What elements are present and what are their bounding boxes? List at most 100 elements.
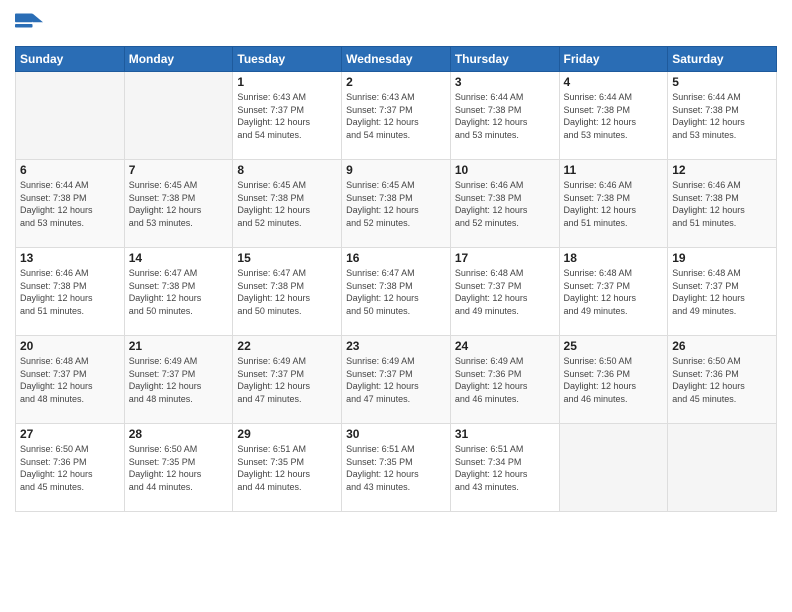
- day-info: Sunrise: 6:47 AM Sunset: 7:38 PM Dayligh…: [237, 267, 337, 317]
- calendar-cell: 19 Sunrise: 6:48 AM Sunset: 7:37 PM Dayli…: [668, 248, 777, 336]
- day-number: 14: [129, 251, 229, 265]
- day-number: 10: [455, 163, 555, 177]
- calendar-cell: 24 Sunrise: 6:49 AM Sunset: 7:36 PM Dayli…: [450, 336, 559, 424]
- calendar-cell: 23Sunrise: 6:49 AM Sunset: 7:37 PM Dayli…: [342, 336, 451, 424]
- calendar-cell: 22 Sunrise: 6:49 AM Sunset: 7:37 PM Dayli…: [233, 336, 342, 424]
- day-info: Sunrise: 6:44 AM Sunset: 7:38 PM Dayligh…: [564, 91, 664, 141]
- calendar-cell: [668, 424, 777, 512]
- day-info: Sunrise: 6:46 AM Sunset: 7:38 PM Dayligh…: [455, 179, 555, 229]
- calendar-week-row: 20Sunrise: 6:48 AM Sunset: 7:37 PM Dayli…: [16, 336, 777, 424]
- day-number: 31: [455, 427, 555, 441]
- day-info: Sunrise: 6:49 AM Sunset: 7:37 PM Dayligh…: [237, 355, 337, 405]
- logo-icon: [15, 10, 43, 38]
- calendar-cell: 11 Sunrise: 6:46 AM Sunset: 7:38 PM Dayli…: [559, 160, 668, 248]
- calendar-header-wednesday: Wednesday: [342, 47, 451, 72]
- day-info: Sunrise: 6:50 AM Sunset: 7:36 PM Dayligh…: [672, 355, 772, 405]
- day-info: Sunrise: 6:43 AM Sunset: 7:37 PM Dayligh…: [237, 91, 337, 141]
- day-number: 7: [129, 163, 229, 177]
- calendar-cell: 9 Sunrise: 6:45 AM Sunset: 7:38 PM Daylig…: [342, 160, 451, 248]
- day-number: 16: [346, 251, 446, 265]
- calendar-cell: 4 Sunrise: 6:44 AM Sunset: 7:38 PM Daylig…: [559, 72, 668, 160]
- calendar-cell: 3Sunrise: 6:44 AM Sunset: 7:38 PM Daylig…: [450, 72, 559, 160]
- day-info: Sunrise: 6:44 AM Sunset: 7:38 PM Dayligh…: [455, 91, 555, 141]
- day-info: Sunrise: 6:50 AM Sunset: 7:36 PM Dayligh…: [564, 355, 664, 405]
- day-number: 30: [346, 427, 446, 441]
- day-info: Sunrise: 6:48 AM Sunset: 7:37 PM Dayligh…: [455, 267, 555, 317]
- calendar-cell: 13Sunrise: 6:46 AM Sunset: 7:38 PM Dayli…: [16, 248, 125, 336]
- day-number: 9: [346, 163, 446, 177]
- day-number: 29: [237, 427, 337, 441]
- calendar-header-sunday: Sunday: [16, 47, 125, 72]
- day-info: Sunrise: 6:44 AM Sunset: 7:38 PM Dayligh…: [20, 179, 120, 229]
- day-info: Sunrise: 6:45 AM Sunset: 7:38 PM Dayligh…: [237, 179, 337, 229]
- day-number: 4: [564, 75, 664, 89]
- calendar-week-row: 13Sunrise: 6:46 AM Sunset: 7:38 PM Dayli…: [16, 248, 777, 336]
- day-number: 21: [129, 339, 229, 353]
- day-info: Sunrise: 6:45 AM Sunset: 7:38 PM Dayligh…: [346, 179, 446, 229]
- calendar-cell: [559, 424, 668, 512]
- calendar-header-tuesday: Tuesday: [233, 47, 342, 72]
- calendar-cell: 1 Sunrise: 6:43 AM Sunset: 7:37 PM Daylig…: [233, 72, 342, 160]
- calendar-cell: 28Sunrise: 6:50 AM Sunset: 7:35 PM Dayli…: [124, 424, 233, 512]
- calendar-cell: 29 Sunrise: 6:51 AM Sunset: 7:35 PM Dayli…: [233, 424, 342, 512]
- calendar-cell: 17 Sunrise: 6:48 AM Sunset: 7:37 PM Dayli…: [450, 248, 559, 336]
- calendar-cell: 26 Sunrise: 6:50 AM Sunset: 7:36 PM Dayli…: [668, 336, 777, 424]
- day-number: 6: [20, 163, 120, 177]
- logo: [15, 10, 47, 38]
- day-info: Sunrise: 6:45 AM Sunset: 7:38 PM Dayligh…: [129, 179, 229, 229]
- calendar-week-row: 27Sunrise: 6:50 AM Sunset: 7:36 PM Dayli…: [16, 424, 777, 512]
- calendar-cell: 14Sunrise: 6:47 AM Sunset: 7:38 PM Dayli…: [124, 248, 233, 336]
- calendar-cell: 7 Sunrise: 6:45 AM Sunset: 7:38 PM Daylig…: [124, 160, 233, 248]
- day-number: 22: [237, 339, 337, 353]
- calendar-header-saturday: Saturday: [668, 47, 777, 72]
- day-info: Sunrise: 6:48 AM Sunset: 7:37 PM Dayligh…: [672, 267, 772, 317]
- calendar-cell: [16, 72, 125, 160]
- calendar: SundayMondayTuesdayWednesdayThursdayFrid…: [15, 46, 777, 512]
- day-info: Sunrise: 6:48 AM Sunset: 7:37 PM Dayligh…: [20, 355, 120, 405]
- day-info: Sunrise: 6:51 AM Sunset: 7:35 PM Dayligh…: [346, 443, 446, 493]
- day-number: 15: [237, 251, 337, 265]
- day-info: Sunrise: 6:49 AM Sunset: 7:37 PM Dayligh…: [129, 355, 229, 405]
- calendar-cell: 27Sunrise: 6:50 AM Sunset: 7:36 PM Dayli…: [16, 424, 125, 512]
- calendar-week-row: 1 Sunrise: 6:43 AM Sunset: 7:37 PM Daylig…: [16, 72, 777, 160]
- calendar-cell: 16Sunrise: 6:47 AM Sunset: 7:38 PM Dayli…: [342, 248, 451, 336]
- calendar-cell: 18 Sunrise: 6:48 AM Sunset: 7:37 PM Dayli…: [559, 248, 668, 336]
- day-info: Sunrise: 6:48 AM Sunset: 7:37 PM Dayligh…: [564, 267, 664, 317]
- calendar-header-monday: Monday: [124, 47, 233, 72]
- calendar-header-friday: Friday: [559, 47, 668, 72]
- calendar-cell: 2 Sunrise: 6:43 AM Sunset: 7:37 PM Daylig…: [342, 72, 451, 160]
- header: [15, 10, 777, 38]
- calendar-cell: 8 Sunrise: 6:45 AM Sunset: 7:38 PM Daylig…: [233, 160, 342, 248]
- day-number: 8: [237, 163, 337, 177]
- day-info: Sunrise: 6:46 AM Sunset: 7:38 PM Dayligh…: [564, 179, 664, 229]
- page: SundayMondayTuesdayWednesdayThursdayFrid…: [0, 0, 792, 612]
- calendar-cell: [124, 72, 233, 160]
- calendar-cell: 5 Sunrise: 6:44 AM Sunset: 7:38 PM Daylig…: [668, 72, 777, 160]
- day-number: 17: [455, 251, 555, 265]
- day-info: Sunrise: 6:44 AM Sunset: 7:38 PM Dayligh…: [672, 91, 772, 141]
- day-number: 24: [455, 339, 555, 353]
- calendar-header-thursday: Thursday: [450, 47, 559, 72]
- day-info: Sunrise: 6:51 AM Sunset: 7:35 PM Dayligh…: [237, 443, 337, 493]
- day-number: 12: [672, 163, 772, 177]
- day-number: 28: [129, 427, 229, 441]
- calendar-cell: 21 Sunrise: 6:49 AM Sunset: 7:37 PM Dayli…: [124, 336, 233, 424]
- calendar-cell: 12Sunrise: 6:46 AM Sunset: 7:38 PM Dayli…: [668, 160, 777, 248]
- day-number: 18: [564, 251, 664, 265]
- day-number: 2: [346, 75, 446, 89]
- day-info: Sunrise: 6:49 AM Sunset: 7:37 PM Dayligh…: [346, 355, 446, 405]
- day-number: 1: [237, 75, 337, 89]
- day-info: Sunrise: 6:51 AM Sunset: 7:34 PM Dayligh…: [455, 443, 555, 493]
- day-info: Sunrise: 6:46 AM Sunset: 7:38 PM Dayligh…: [20, 267, 120, 317]
- day-number: 19: [672, 251, 772, 265]
- day-number: 11: [564, 163, 664, 177]
- calendar-cell: 10 Sunrise: 6:46 AM Sunset: 7:38 PM Dayli…: [450, 160, 559, 248]
- calendar-cell: 25Sunrise: 6:50 AM Sunset: 7:36 PM Dayli…: [559, 336, 668, 424]
- day-number: 26: [672, 339, 772, 353]
- day-info: Sunrise: 6:43 AM Sunset: 7:37 PM Dayligh…: [346, 91, 446, 141]
- calendar-cell: 31 Sunrise: 6:51 AM Sunset: 7:34 PM Dayli…: [450, 424, 559, 512]
- day-number: 5: [672, 75, 772, 89]
- calendar-week-row: 6 Sunrise: 6:44 AM Sunset: 7:38 PM Daylig…: [16, 160, 777, 248]
- day-number: 27: [20, 427, 120, 441]
- day-info: Sunrise: 6:49 AM Sunset: 7:36 PM Dayligh…: [455, 355, 555, 405]
